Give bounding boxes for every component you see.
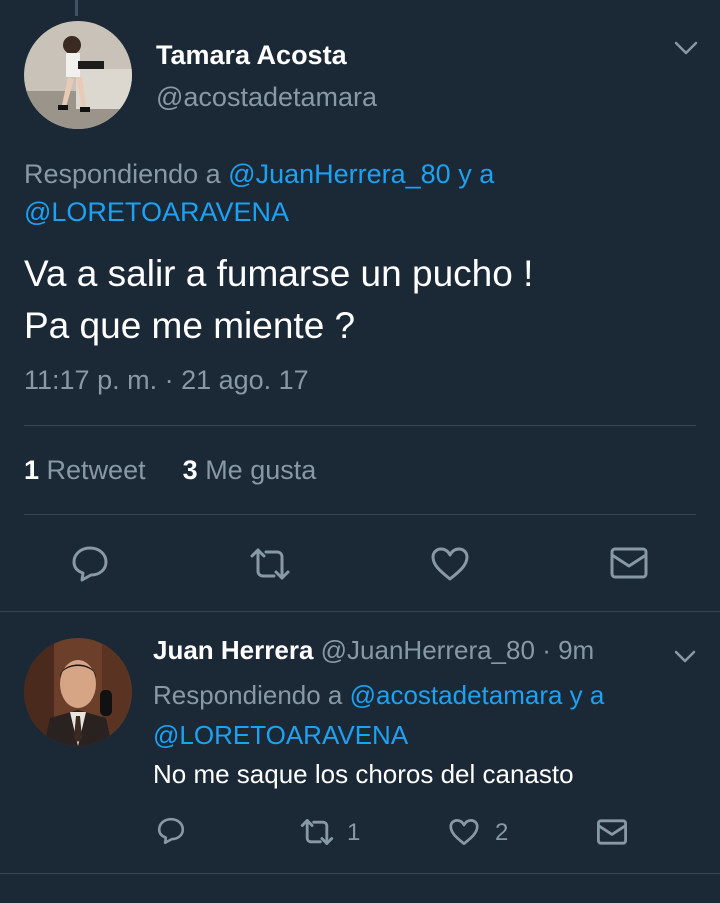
- replying-joiner[interactable]: y a: [451, 159, 494, 189]
- tweet-text-line: Pa que me miente ?: [24, 305, 356, 346]
- like-icon[interactable]: [448, 818, 480, 846]
- like-count[interactable]: 3: [183, 455, 198, 485]
- chevron-down-icon[interactable]: [672, 38, 700, 58]
- retweet-icon[interactable]: [248, 547, 292, 581]
- like-icon[interactable]: [430, 546, 470, 582]
- replying-prefix: Respondiendo a: [24, 159, 229, 189]
- display-name[interactable]: Tamara Acosta: [156, 40, 347, 71]
- mention-loretoaravena[interactable]: @LORETOARAVENA: [24, 197, 289, 227]
- message-icon[interactable]: [596, 818, 628, 846]
- replying-prefix: Respondiendo a: [153, 680, 350, 710]
- reply-tweet[interactable]: Juan Herrera @JuanHerrera_80 · 9m Respon…: [0, 612, 720, 903]
- replying-to: Respondiendo a @JuanHerrera_80 y a @LORE…: [24, 155, 704, 231]
- like-label[interactable]: Me gusta: [205, 455, 316, 485]
- retweet-count[interactable]: 1: [24, 455, 39, 485]
- replying-to: Respondiendo a @acostadetamara y a @LORE…: [153, 675, 693, 755]
- retweet-label[interactable]: Retweet: [47, 455, 146, 485]
- mention-loretoaravena[interactable]: @LORETOARAVENA: [153, 720, 408, 750]
- reply-header: Juan Herrera @JuanHerrera_80 · 9m: [153, 635, 594, 666]
- message-icon[interactable]: [609, 546, 649, 580]
- retweet-count[interactable]: 1: [347, 819, 360, 847]
- tweet-stats: 1 Retweet 3 Me gusta: [24, 455, 316, 486]
- like-count[interactable]: 2: [495, 819, 508, 847]
- tweet-text: No me saque los choros del canasto: [153, 759, 574, 789]
- mention-acostadetamara[interactable]: @acostadetamara: [350, 680, 563, 710]
- divider: [24, 514, 696, 515]
- main-tweet: Tamara Acosta @acostadetamara Respondien…: [0, 0, 720, 612]
- timestamp: 11:17 p. m. · 21 ago. 17: [24, 365, 309, 395]
- section-divider: [0, 873, 720, 874]
- mention-juanherrera[interactable]: @JuanHerrera_80: [228, 159, 451, 189]
- reply-icon[interactable]: [70, 545, 110, 583]
- handle[interactable]: @JuanHerrera_80: [321, 635, 535, 665]
- chevron-down-icon[interactable]: [673, 647, 697, 665]
- reply-icon[interactable]: [156, 817, 186, 845]
- avatar-juan[interactable]: [24, 638, 132, 746]
- tweet-text-line: Va a salir a fumarse un pucho !: [24, 253, 534, 294]
- display-name[interactable]: Juan Herrera: [153, 635, 313, 665]
- relative-time: · 9m: [542, 635, 595, 665]
- retweet-icon[interactable]: [299, 818, 335, 846]
- handle[interactable]: @acostadetamara: [156, 82, 377, 113]
- replying-joiner[interactable]: y a: [562, 680, 605, 710]
- avatar-tamara[interactable]: [24, 21, 132, 129]
- divider: [24, 425, 696, 426]
- tweet-text: Va a salir a fumarse un pucho ! Pa que m…: [24, 248, 704, 352]
